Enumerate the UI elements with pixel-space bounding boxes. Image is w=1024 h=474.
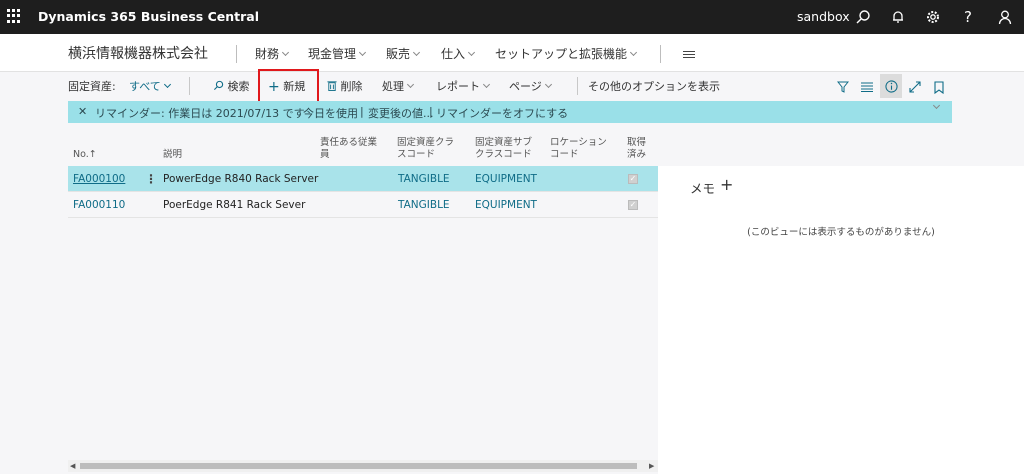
- memo-title: メモ: [690, 181, 716, 196]
- table-row[interactable]: FA000110 PoerEdge R841 Rack Sever TANGIB…: [68, 192, 658, 218]
- asset-number-link[interactable]: FA000110: [73, 199, 125, 211]
- scrollbar-thumb[interactable]: [80, 463, 637, 469]
- nav-divider: [236, 45, 237, 63]
- delete-button[interactable]: 削除: [327, 78, 363, 94]
- reminder-banner: ✕ リマインダー: 作業日は 2021/07/13 です 今日を使用 | 変更後…: [68, 101, 952, 123]
- asset-class-code[interactable]: TANGIBLE: [398, 173, 450, 185]
- user-icon[interactable]: [995, 7, 1015, 27]
- nav-item-finance[interactable]: 財務: [255, 45, 290, 62]
- expand-icon[interactable]: [906, 78, 924, 96]
- asset-subclass-code[interactable]: EQUIPMENT: [475, 199, 537, 211]
- chevron-down-icon[interactable]: [932, 101, 941, 110]
- change-value-link[interactable]: 変更後の値...: [368, 105, 434, 121]
- action-divider: [189, 77, 190, 95]
- use-today-link[interactable]: 今日を使用: [303, 105, 358, 121]
- row-actions-icon[interactable]: ⋮: [145, 172, 157, 186]
- app-title[interactable]: Dynamics 365 Business Central: [38, 9, 259, 24]
- help-icon[interactable]: ?: [958, 7, 978, 27]
- nav-item-sales[interactable]: 販売: [386, 45, 421, 62]
- column-header-acquired[interactable]: 取得 済み: [627, 137, 646, 161]
- separator: |: [429, 105, 433, 118]
- chevron-down-icon: [412, 48, 421, 57]
- action-divider: [577, 77, 578, 95]
- chevron-down-icon: [281, 48, 290, 57]
- reminder-text: リマインダー: 作業日は 2021/07/13 です: [95, 107, 305, 120]
- environment-name: sandbox: [797, 9, 850, 24]
- nav-item-purchasing[interactable]: 仕入: [441, 45, 476, 62]
- column-header-responsible-employee[interactable]: 責任ある従業 員: [320, 137, 377, 161]
- view-label: 固定資産:: [68, 80, 116, 93]
- horizontal-scrollbar[interactable]: ◀ ▶: [68, 460, 658, 472]
- empty-message: (このビューには表示するものがありません): [747, 227, 935, 238]
- waffle-icon[interactable]: [7, 9, 21, 23]
- scroll-left-icon[interactable]: ◀: [70, 462, 75, 470]
- scroll-right-icon[interactable]: ▶: [649, 462, 654, 470]
- navigation-bar: 横浜情報機器株式会社 財務 現金管理 販売 仕入 セットアップと拡張機能: [0, 34, 1024, 72]
- chevron-down-icon: [163, 80, 171, 89]
- asset-number-link[interactable]: FA000100: [73, 173, 125, 185]
- chevron-down-icon: [467, 48, 476, 57]
- turn-off-reminder-link[interactable]: リマインダーをオフにする: [436, 105, 568, 121]
- asset-description: PowerEdge R840 Rack Server: [163, 173, 319, 185]
- gear-icon[interactable]: [923, 7, 943, 27]
- table-row[interactable]: FA000100 ⋮ PowerEdge R840 Rack Server TA…: [68, 166, 658, 192]
- nav-divider: [660, 45, 661, 63]
- chevron-down-icon: [629, 48, 638, 57]
- page-menu[interactable]: ページ: [509, 78, 552, 94]
- column-header-class-code[interactable]: 固定資産クラ スコード: [397, 137, 454, 161]
- highlight-box: [258, 69, 319, 104]
- chevron-down-icon: [406, 80, 415, 89]
- close-icon[interactable]: ✕: [78, 105, 87, 118]
- fixed-assets-list: No.↑ 説明 責任ある従業 員 固定資産クラ スコード 固定資産サブ クラスコ…: [68, 125, 658, 460]
- acquired-checkbox: ✓: [628, 200, 638, 210]
- list-view-icon[interactable]: [858, 78, 876, 96]
- info-pane-icon[interactable]: [880, 74, 902, 98]
- column-header-description[interactable]: 説明: [163, 149, 182, 161]
- add-memo-icon[interactable]: +: [720, 175, 733, 194]
- process-menu[interactable]: 処理: [382, 78, 415, 94]
- column-header-no[interactable]: No.↑: [73, 149, 97, 161]
- report-menu[interactable]: レポート: [436, 78, 491, 94]
- trash-icon: [327, 81, 337, 91]
- column-header-subclass-code[interactable]: 固定資産サブ クラスコード: [475, 137, 532, 161]
- memo-panel: メモ + (このビューには表示するものがありません): [658, 166, 1024, 474]
- asset-description: PoerEdge R841 Rack Sever: [163, 199, 306, 211]
- search-icon: [213, 80, 224, 91]
- separator: |: [360, 105, 364, 118]
- acquired-checkbox: ✓: [628, 174, 638, 184]
- column-header-location-code[interactable]: ロケーション コード: [550, 137, 607, 161]
- chevron-down-icon: [544, 80, 552, 89]
- company-name[interactable]: 横浜情報機器株式会社: [68, 43, 208, 63]
- search-button[interactable]: 検索: [213, 78, 250, 94]
- asset-subclass-code[interactable]: EQUIPMENT: [475, 173, 537, 185]
- more-options-button[interactable]: その他のオプションを表示: [588, 78, 720, 94]
- bell-icon[interactable]: [888, 7, 908, 27]
- chevron-down-icon: [482, 80, 491, 89]
- filter-icon[interactable]: [834, 78, 852, 96]
- top-bar: Dynamics 365 Business Central sandbox ?: [0, 0, 1024, 34]
- search-icon[interactable]: [853, 7, 873, 27]
- chevron-down-icon: [358, 48, 367, 57]
- bookmark-icon[interactable]: [930, 78, 948, 96]
- nav-item-cash-management[interactable]: 現金管理: [308, 45, 367, 62]
- asset-class-code[interactable]: TANGIBLE: [398, 199, 450, 211]
- hamburger-menu-icon[interactable]: [683, 51, 695, 60]
- view-filter-dropdown[interactable]: すべて: [129, 78, 171, 94]
- nav-item-setup-extensions[interactable]: セットアップと拡張機能: [495, 45, 638, 62]
